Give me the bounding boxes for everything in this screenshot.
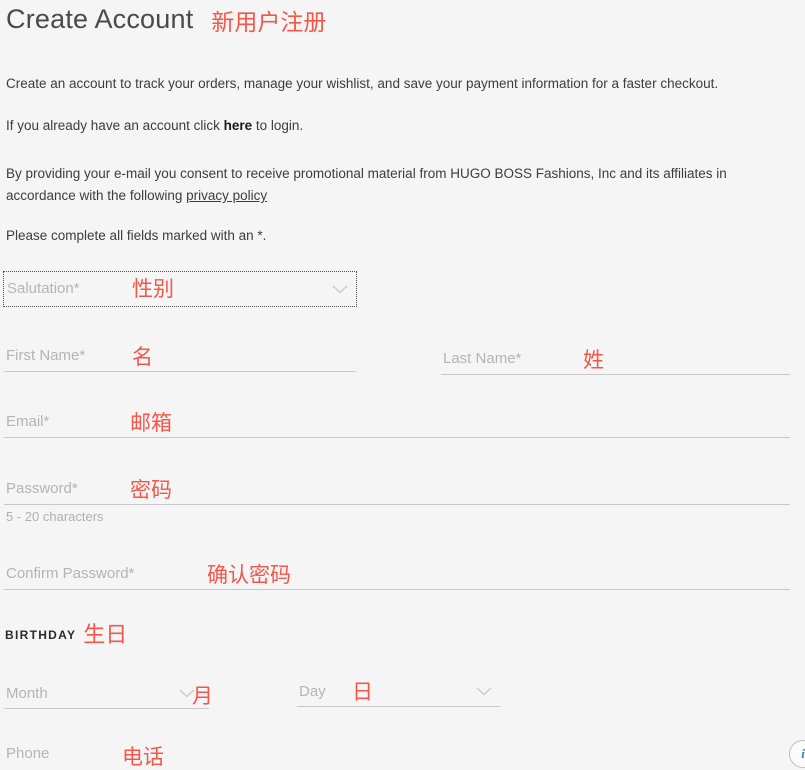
first-name-input[interactable]: First Name* 名 <box>4 336 356 372</box>
email-annotation: 邮箱 <box>130 411 172 435</box>
last-name-annotation: 姓 <box>583 348 604 372</box>
day-label: Day <box>299 683 326 700</box>
password-underline <box>4 504 790 505</box>
login-prompt-prefix: If you already have an account click <box>6 118 224 133</box>
consent-text: By providing your e-mail you consent to … <box>6 166 727 203</box>
birthday-section-annotation: 生日 <box>83 623 128 648</box>
chevron-down-icon <box>332 285 348 294</box>
password-annotation: 密码 <box>130 478 172 502</box>
email-input[interactable]: Email* 邮箱 <box>4 400 790 438</box>
password-label: Password* <box>6 480 78 497</box>
month-underline <box>4 708 209 709</box>
first-name-annotation: 名 <box>132 345 153 369</box>
phone-label: Phone <box>6 745 50 762</box>
intro-paragraph-1: Create an account to track your orders, … <box>6 76 719 91</box>
page-header: Create Account 新用户注册 <box>6 4 326 35</box>
salutation-annotation: 性别 <box>132 277 174 301</box>
last-name-underline <box>441 374 790 375</box>
password-hint: 5 - 20 characters <box>6 509 104 524</box>
birthday-section-header: BIRTHDAY 生日 <box>5 622 128 648</box>
confirm-password-underline <box>4 589 790 590</box>
salutation-label: Salutation* <box>7 280 80 297</box>
first-name-underline <box>4 371 356 372</box>
birthday-section-label: BIRTHDAY <box>5 628 77 642</box>
email-label: Email* <box>6 413 50 430</box>
first-name-label: First Name* <box>6 347 86 364</box>
birthday-day-select[interactable]: Day 日 <box>297 671 500 707</box>
info-icon[interactable]: i <box>789 740 805 768</box>
phone-annotation: 电话 <box>122 745 164 769</box>
intro-paragraph-2: If you already have an account click her… <box>6 115 801 137</box>
salutation-underline <box>4 305 356 306</box>
email-underline <box>4 437 790 438</box>
month-annotation: 月 <box>192 684 213 708</box>
last-name-input[interactable]: Last Name* 姓 <box>441 339 790 375</box>
birthday-month-select[interactable]: Month 月 <box>4 673 213 709</box>
chevron-down-icon <box>476 687 492 696</box>
confirm-password-annotation: 确认密码 <box>207 563 291 587</box>
day-annotation: 日 <box>352 680 373 704</box>
required-fields-note: Please complete all fields marked with a… <box>6 228 267 243</box>
page-title-annotation: 新用户注册 <box>211 10 327 36</box>
last-name-label: Last Name* <box>443 350 522 367</box>
month-label: Month <box>6 685 48 702</box>
confirm-password-input[interactable]: Confirm Password* 确认密码 <box>4 552 790 590</box>
login-prompt-suffix: to login. <box>252 118 304 133</box>
phone-input[interactable]: Phone 电话 <box>4 736 790 770</box>
create-account-page: Create Account 新用户注册 Create an account t… <box>0 0 805 768</box>
confirm-password-label: Confirm Password* <box>6 565 135 582</box>
privacy-policy-link[interactable]: privacy policy <box>186 188 267 203</box>
page-title: Create Account <box>6 4 194 34</box>
salutation-select[interactable]: Salutation* 性别 <box>3 271 357 307</box>
intro-paragraph-3: By providing your e-mail you consent to … <box>6 163 788 207</box>
login-here-link[interactable]: here <box>224 118 253 133</box>
day-underline <box>297 706 500 707</box>
password-input[interactable]: Password* 密码 <box>4 467 790 505</box>
